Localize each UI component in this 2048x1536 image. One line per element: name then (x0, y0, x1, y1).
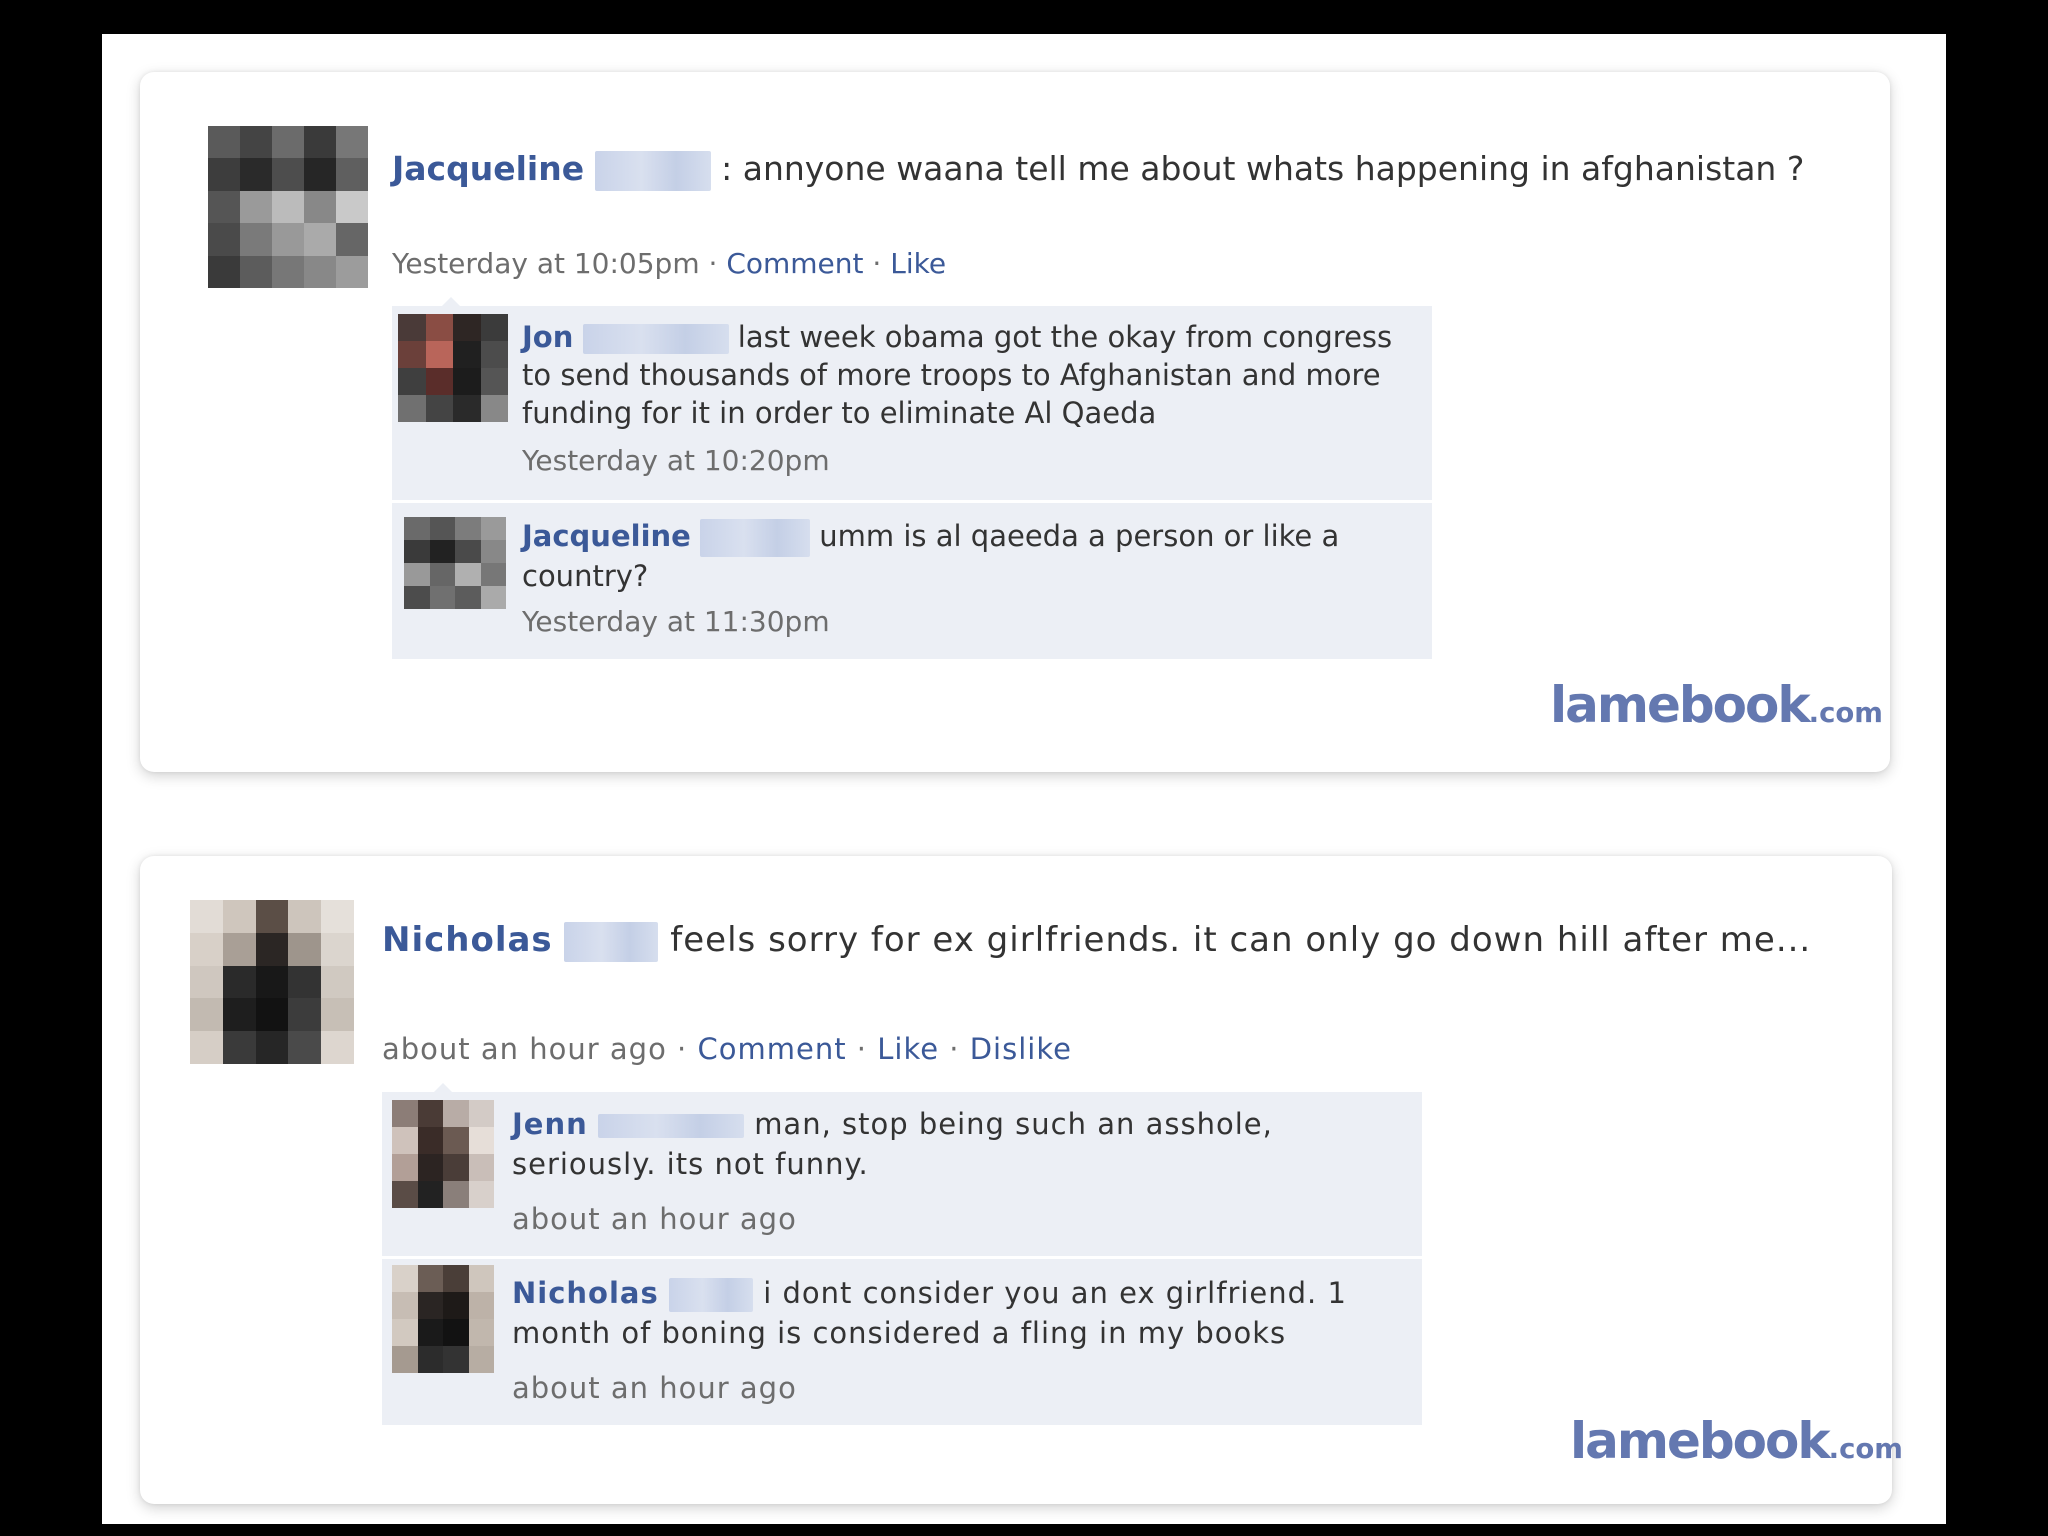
status-text: feels sorry for ex girlfriends. it can o… (670, 920, 1812, 960)
like-link[interactable]: Like (877, 1032, 939, 1066)
redacted-surname (700, 519, 811, 557)
comment-item: Jon last week obama got the okay from co… (392, 306, 1432, 500)
comments-caret (434, 1083, 452, 1092)
watermark-text: lamebook (1570, 1412, 1831, 1470)
status-line: Jacqueline : annyone waana tell me about… (392, 146, 1812, 192)
comments-caret (442, 297, 460, 306)
commenter-avatar[interactable] (404, 517, 506, 609)
comments-box: Jenn man, stop being such an asshole, se… (382, 1092, 1422, 1425)
author-name[interactable]: Nicholas (382, 920, 553, 960)
comments-box: Jon last week obama got the okay from co… (392, 306, 1432, 659)
commenter-name[interactable]: Jenn (512, 1107, 588, 1141)
redacted-surname (582, 324, 729, 354)
separator: · (949, 1032, 960, 1066)
comment-link[interactable]: Comment (726, 247, 863, 280)
comment-text: Jon last week obama got the okay from co… (522, 318, 1402, 432)
redacted-surname (594, 150, 711, 191)
comment-item: Jacqueline umm is al qaeeda a person or … (392, 500, 1432, 659)
comment-timestamp[interactable]: about an hour ago (512, 1371, 797, 1405)
post-meta: Yesterday at 10:05pm · Comment · Like (392, 246, 946, 282)
lamebook-watermark: lamebook.com (1550, 676, 1883, 734)
comment-item: Nicholas i dont consider you an ex girlf… (382, 1256, 1422, 1425)
redacted-surname (597, 1114, 744, 1138)
comment-timestamp[interactable]: Yesterday at 10:20pm (522, 444, 830, 477)
redacted-surname (564, 921, 659, 962)
comment-text: Jacqueline umm is al qaeeda a person or … (522, 517, 1362, 595)
commenter-avatar[interactable] (392, 1265, 494, 1373)
comment-item: Jenn man, stop being such an asshole, se… (382, 1092, 1422, 1256)
commenter-name[interactable]: Nicholas (512, 1276, 659, 1310)
screenshot-page: Jacqueline : annyone waana tell me about… (102, 34, 1946, 1524)
separator: · (872, 247, 882, 280)
post-card-1: Jacqueline : annyone waana tell me about… (140, 72, 1890, 772)
author-avatar[interactable] (208, 126, 368, 288)
post-meta: about an hour ago · Comment · Like · Dis… (382, 1030, 1072, 1068)
comment-timestamp[interactable]: about an hour ago (512, 1202, 797, 1236)
post-card-2: Nicholas feels sorry for ex girlfriends.… (140, 856, 1903, 1504)
author-name[interactable]: Jacqueline (392, 149, 584, 188)
comment-text: Nicholas i dont consider you an ex girlf… (512, 1273, 1372, 1353)
watermark-text: lamebook (1550, 676, 1811, 734)
like-link[interactable]: Like (890, 247, 946, 280)
status-line: Nicholas feels sorry for ex girlfriends.… (382, 916, 1822, 964)
dislike-link[interactable]: Dislike (970, 1032, 1072, 1066)
commenter-name[interactable]: Jacqueline (522, 519, 691, 553)
separator: · (677, 1032, 688, 1066)
separator: · (708, 247, 718, 280)
lamebook-watermark: lamebook.com (1570, 1412, 1903, 1470)
commenter-avatar[interactable] (392, 1100, 494, 1208)
comment-timestamp[interactable]: Yesterday at 11:30pm (522, 605, 830, 638)
commenter-avatar[interactable] (398, 314, 508, 422)
post-timestamp[interactable]: about an hour ago (382, 1032, 667, 1066)
status-text: : annyone waana tell me about whats happ… (721, 149, 1805, 188)
separator: · (856, 1032, 868, 1066)
watermark-tld: .com (1828, 1433, 1903, 1465)
author-avatar[interactable] (190, 900, 354, 1064)
comment-text: Jenn man, stop being such an asshole, se… (512, 1104, 1312, 1184)
commenter-name[interactable]: Jon (522, 320, 573, 354)
redacted-surname (668, 1278, 753, 1312)
post-timestamp[interactable]: Yesterday at 10:05pm (392, 247, 700, 280)
watermark-tld: .com (1808, 697, 1883, 729)
comment-link[interactable]: Comment (697, 1032, 846, 1066)
